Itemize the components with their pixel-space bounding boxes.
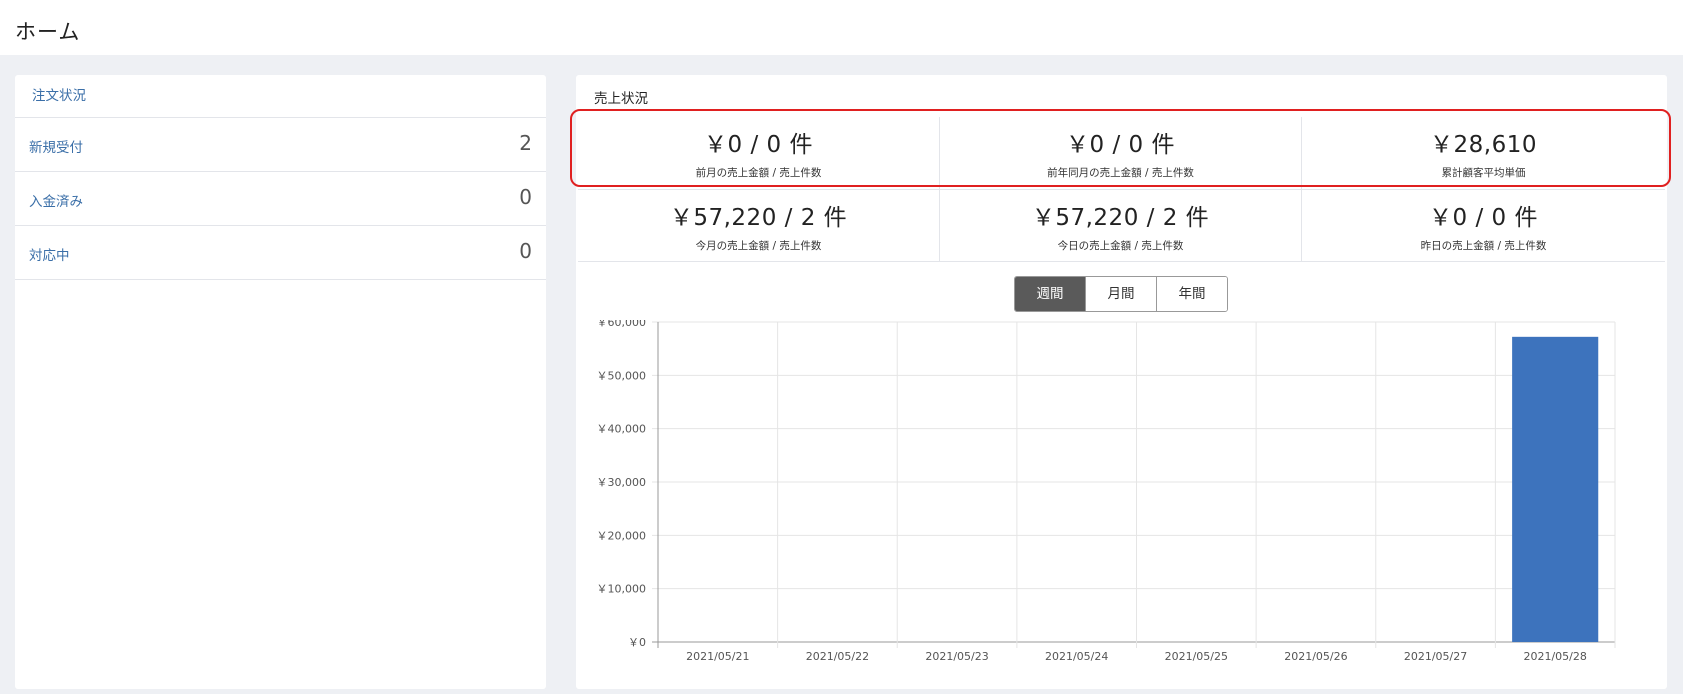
stat-this-month: ￥57,220 / 2 件 今月の売上金額 / 売上件数 xyxy=(578,189,940,261)
stat-today: ￥57,220 / 2 件 今日の売上金額 / 売上件数 xyxy=(940,189,1302,261)
x-tick-label: 2021/05/25 xyxy=(1165,650,1228,663)
x-tick-label: 2021/05/26 xyxy=(1284,650,1347,663)
top-bar: ホーム xyxy=(0,0,1683,55)
stat-label: 昨日の売上金額 / 売上件数 xyxy=(1420,240,1547,252)
order-row-label[interactable]: 新規受付 xyxy=(29,136,83,156)
stat-label: 累計顧客平均単価 xyxy=(1441,167,1526,179)
period-weekly-button[interactable]: 週間 xyxy=(1015,277,1086,311)
stat-value: ￥0 / 0 件 xyxy=(1429,205,1538,231)
stat-label: 前月の売上金額 / 売上件数 xyxy=(695,167,822,179)
sales-bar-chart: ￥0 ￥10,000 ￥20,000 ￥30,000 ￥40,000 ￥50,000 ￥60… xyxy=(597,320,1616,663)
stat-value: ￥28,610 xyxy=(1430,132,1537,158)
sales-chart: ￥0 ￥10,000 ￥20,000 ￥30,000 ￥40,000 ￥50,000 ￥60… xyxy=(576,320,1667,689)
x-tick-label: 2021/05/24 xyxy=(1045,650,1108,663)
y-tick-label: ￥60,000 xyxy=(597,320,647,329)
order-row-paid[interactable]: 入金済み 0 xyxy=(15,172,546,226)
sales-status-panel: 売上状況 ￥0 / 0 件 前月の売上金額 / 売上件数 ￥0 / 0 件 前年… xyxy=(570,75,1671,689)
page-title: ホーム xyxy=(15,20,81,44)
x-tick-label: 2021/05/23 xyxy=(925,650,988,663)
order-row-label[interactable]: 入金済み xyxy=(29,190,83,210)
y-tick-label: ￥20,000 xyxy=(597,529,647,542)
stat-yesterday: ￥0 / 0 件 昨日の売上金額 / 売上件数 xyxy=(1302,189,1665,261)
order-row-count: 2 xyxy=(519,131,532,155)
stat-label: 今日の売上金額 / 売上件数 xyxy=(1057,240,1184,252)
y-tick-label: ￥0 xyxy=(628,636,646,649)
y-tick-label: ￥30,000 xyxy=(597,476,647,489)
order-row-new[interactable]: 新規受付 2 xyxy=(15,118,546,172)
x-tick-label: 2021/05/28 xyxy=(1523,650,1586,663)
sales-status-title: 売上状況 xyxy=(594,91,648,107)
y-tick-label: ￥10,000 xyxy=(597,583,647,596)
order-row-in-progress[interactable]: 対応中 0 xyxy=(15,226,546,280)
stat-last-month: ￥0 / 0 件 前月の売上金額 / 売上件数 xyxy=(578,117,940,189)
order-status-title: 注文状況 xyxy=(15,75,546,118)
y-tick-label: ￥40,000 xyxy=(597,423,647,436)
order-row-count: 0 xyxy=(519,185,532,209)
stat-label: 前年同月の売上金額 / 売上件数 xyxy=(1047,167,1194,179)
chart-bar xyxy=(1512,336,1599,642)
period-yearly-button[interactable]: 年間 xyxy=(1157,277,1227,311)
sales-stats-grid: ￥0 / 0 件 前月の売上金額 / 売上件数 ￥0 / 0 件 前年同月の売上… xyxy=(578,117,1665,262)
order-status-panel: 注文状況 新規受付 2 入金済み 0 対応中 0 xyxy=(15,75,546,689)
x-tick-label: 2021/05/22 xyxy=(806,650,869,663)
x-tick-label: 2021/05/27 xyxy=(1404,650,1467,663)
stat-value: ￥57,220 / 2 件 xyxy=(669,205,848,231)
order-row-label[interactable]: 対応中 xyxy=(29,244,70,264)
period-monthly-button[interactable]: 月間 xyxy=(1086,277,1157,311)
stat-value: ￥0 / 0 件 xyxy=(704,132,813,158)
y-tick-label: ￥50,000 xyxy=(597,369,647,382)
stat-value: ￥57,220 / 2 件 xyxy=(1031,205,1210,231)
stat-same-month-last-year: ￥0 / 0 件 前年同月の売上金額 / 売上件数 xyxy=(940,117,1302,189)
stat-value: ￥0 / 0 件 xyxy=(1066,132,1175,158)
x-tick-label: 2021/05/21 xyxy=(686,650,749,663)
stat-avg-customer-price: ￥28,610 累計顧客平均単価 xyxy=(1302,117,1665,189)
period-toggle: 週間 月間 年間 xyxy=(1014,276,1228,312)
order-row-count: 0 xyxy=(519,239,532,263)
stat-label: 今月の売上金額 / 売上件数 xyxy=(695,240,822,252)
